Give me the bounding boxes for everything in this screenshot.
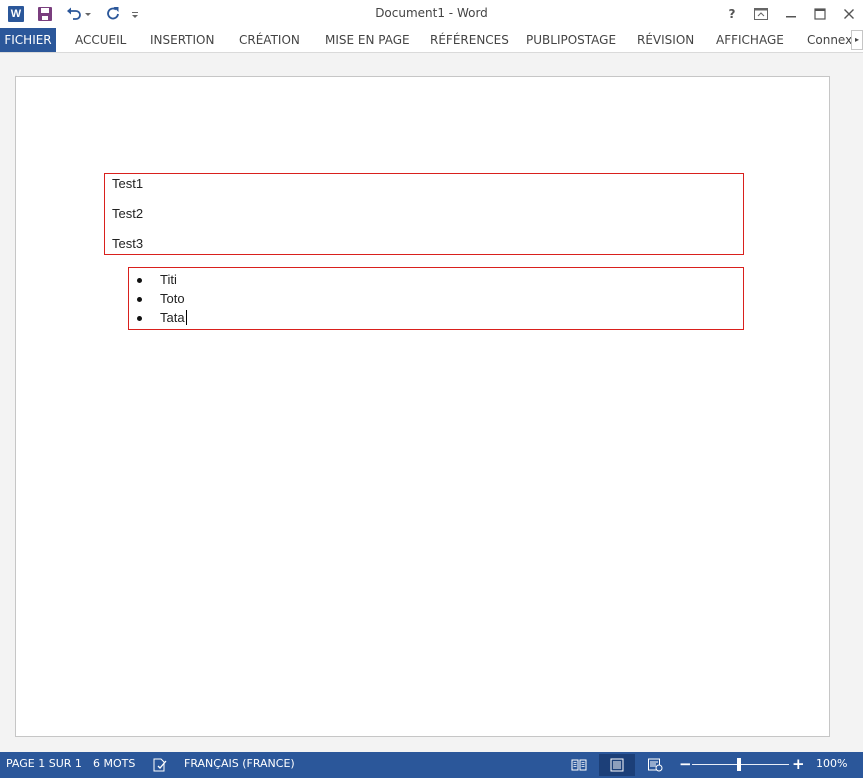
status-bar: PAGE 1 SUR 1 6 MOTS FRANÇAIS (FRANCE) − …: [0, 752, 863, 778]
word-logo-icon[interactable]: W: [8, 6, 24, 22]
web-layout-icon[interactable]: [647, 757, 663, 773]
paragraph: Test2: [112, 206, 144, 221]
list-item-text: Toto: [160, 291, 185, 306]
tab-publipostage[interactable]: PUBLIPOSTAGE: [526, 28, 616, 52]
text-cursor: [185, 310, 187, 325]
paragraph: Test1: [112, 176, 144, 191]
list-item-text-wrapper: Tata: [160, 310, 187, 325]
zoom-out-button[interactable]: −: [679, 752, 692, 778]
read-mode-icon[interactable]: [571, 757, 587, 773]
tab-accueil[interactable]: ACCUEIL: [75, 28, 126, 52]
text-box-paragraphs[interactable]: Test1 Test2 Test3: [104, 173, 744, 255]
text-box-bullet-list[interactable]: Titi Toto Tata: [128, 267, 744, 330]
undo-icon[interactable]: [65, 5, 83, 23]
ribbon-display-icon[interactable]: [747, 0, 775, 28]
word-count[interactable]: 6 MOTS: [93, 752, 135, 778]
ribbon-divider: [0, 52, 863, 53]
list-item-text: Tata: [160, 310, 185, 325]
list-item-text: Titi: [160, 272, 177, 287]
bullet-icon: [137, 316, 142, 321]
close-icon[interactable]: [835, 0, 863, 28]
tab-insertion[interactable]: INSERTION: [150, 28, 214, 52]
sign-in-link[interactable]: Connexi: [807, 28, 851, 52]
help-icon[interactable]: ?: [718, 0, 746, 28]
title-bar: W Document1 - Word ?: [0, 0, 863, 28]
tab-scroll-right-icon[interactable]: ▸: [851, 30, 863, 50]
tab-fichier[interactable]: FICHIER: [0, 28, 56, 52]
maximize-icon[interactable]: [806, 0, 834, 28]
zoom-level[interactable]: 100%: [816, 752, 847, 778]
print-layout-icon[interactable]: [609, 757, 625, 773]
minimize-icon[interactable]: [777, 0, 805, 28]
quick-access-toolbar: W: [0, 0, 140, 28]
proofing-icon[interactable]: [152, 757, 168, 773]
zoom-in-button[interactable]: +: [792, 752, 805, 778]
page-count[interactable]: PAGE 1 SUR 1: [6, 752, 82, 778]
bullet-icon: [137, 278, 142, 283]
customize-icon[interactable]: [130, 5, 140, 23]
zoom-slider-thumb[interactable]: [737, 758, 741, 771]
tab-revision[interactable]: RÉVISION: [637, 28, 694, 52]
list-item: Toto: [129, 290, 729, 308]
language-indicator[interactable]: FRANÇAIS (FRANCE): [184, 752, 295, 778]
save-icon[interactable]: [38, 7, 52, 21]
undo-dropdown-icon[interactable]: [84, 5, 92, 23]
document-page[interactable]: Test1 Test2 Test3 Titi Toto Tata: [15, 76, 830, 737]
tab-mise-en-page[interactable]: MISE EN PAGE: [325, 28, 410, 52]
paragraph: Test3: [112, 236, 144, 251]
redo-icon[interactable]: [104, 5, 122, 23]
bullet-icon: [137, 297, 142, 302]
list-item: Tata: [129, 309, 729, 327]
tab-creation[interactable]: CRÉATION: [239, 28, 300, 52]
list-item: Titi: [129, 271, 729, 289]
ribbon-tabs: FICHIER ACCUEIL INSERTION CRÉATION MISE …: [0, 28, 863, 52]
tab-affichage[interactable]: AFFICHAGE: [716, 28, 784, 52]
tab-references[interactable]: RÉFÉRENCES: [430, 28, 509, 52]
